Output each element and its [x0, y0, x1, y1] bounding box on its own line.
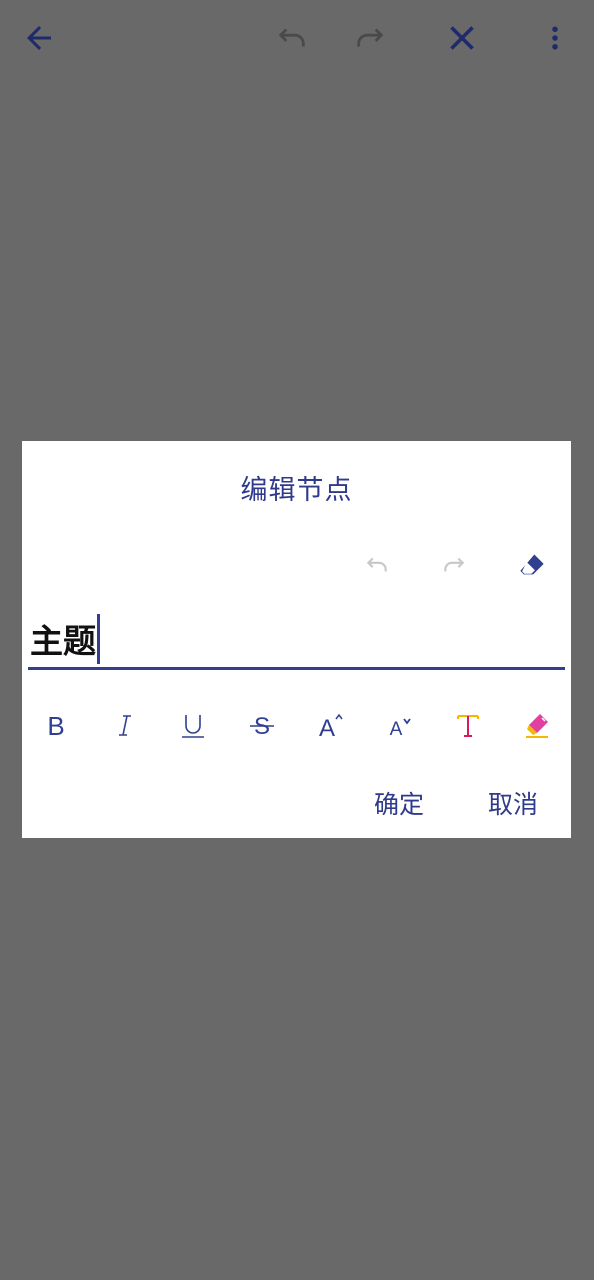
bold-icon: B — [47, 711, 64, 740]
toolbar-redo-button[interactable] — [346, 14, 394, 62]
svg-text:A: A — [390, 719, 403, 740]
confirm-button[interactable]: 确定 — [374, 785, 424, 821]
back-button[interactable] — [15, 14, 63, 62]
app-toolbar — [0, 0, 594, 80]
cancel-button[interactable]: 取消 — [488, 785, 538, 821]
underline-button[interactable] — [171, 703, 215, 747]
undo-icon — [278, 28, 305, 47]
font-size-decrease-icon: A — [390, 718, 411, 740]
close-icon — [450, 26, 474, 50]
increase-font-size-button[interactable]: A — [309, 703, 353, 747]
decrease-font-size-button[interactable]: A — [378, 703, 422, 747]
italic-button[interactable] — [103, 703, 147, 747]
redo-icon — [444, 557, 465, 572]
more-options-button[interactable] — [531, 14, 579, 62]
highlighter-icon — [526, 714, 548, 738]
dialog-title: 编辑节点 — [240, 475, 353, 506]
more-vertical-icon — [552, 26, 558, 50]
underline-icon — [182, 715, 204, 738]
text-color-icon — [457, 715, 479, 737]
strikethrough-icon: S — [250, 713, 274, 740]
close-button[interactable] — [438, 14, 486, 62]
clear-format-button[interactable] — [514, 547, 550, 583]
edit-node-dialog: 编辑节点 主题 B S A A 确定 取消 — [22, 441, 571, 838]
bold-button[interactable]: B — [34, 703, 78, 747]
eraser-icon — [520, 554, 544, 575]
input-undo-button[interactable] — [359, 547, 395, 583]
font-size-increase-icon: A — [319, 713, 343, 740]
redo-icon — [357, 28, 384, 47]
strikethrough-button[interactable]: S — [240, 703, 284, 747]
arrow-left-icon — [27, 26, 51, 50]
text-color-button[interactable] — [446, 703, 490, 747]
input-value: 主题 — [30, 621, 96, 661]
undo-icon — [366, 557, 387, 572]
svg-text:A: A — [319, 715, 335, 740]
svg-text:B: B — [47, 711, 64, 740]
input-content: 主题 — [30, 614, 100, 668]
node-text-input[interactable]: 主题 — [28, 609, 565, 670]
text-caret — [97, 614, 100, 664]
toolbar-undo-button[interactable] — [268, 14, 316, 62]
italic-icon — [119, 715, 131, 736]
highlight-button[interactable] — [515, 703, 559, 747]
input-redo-button[interactable] — [436, 547, 472, 583]
